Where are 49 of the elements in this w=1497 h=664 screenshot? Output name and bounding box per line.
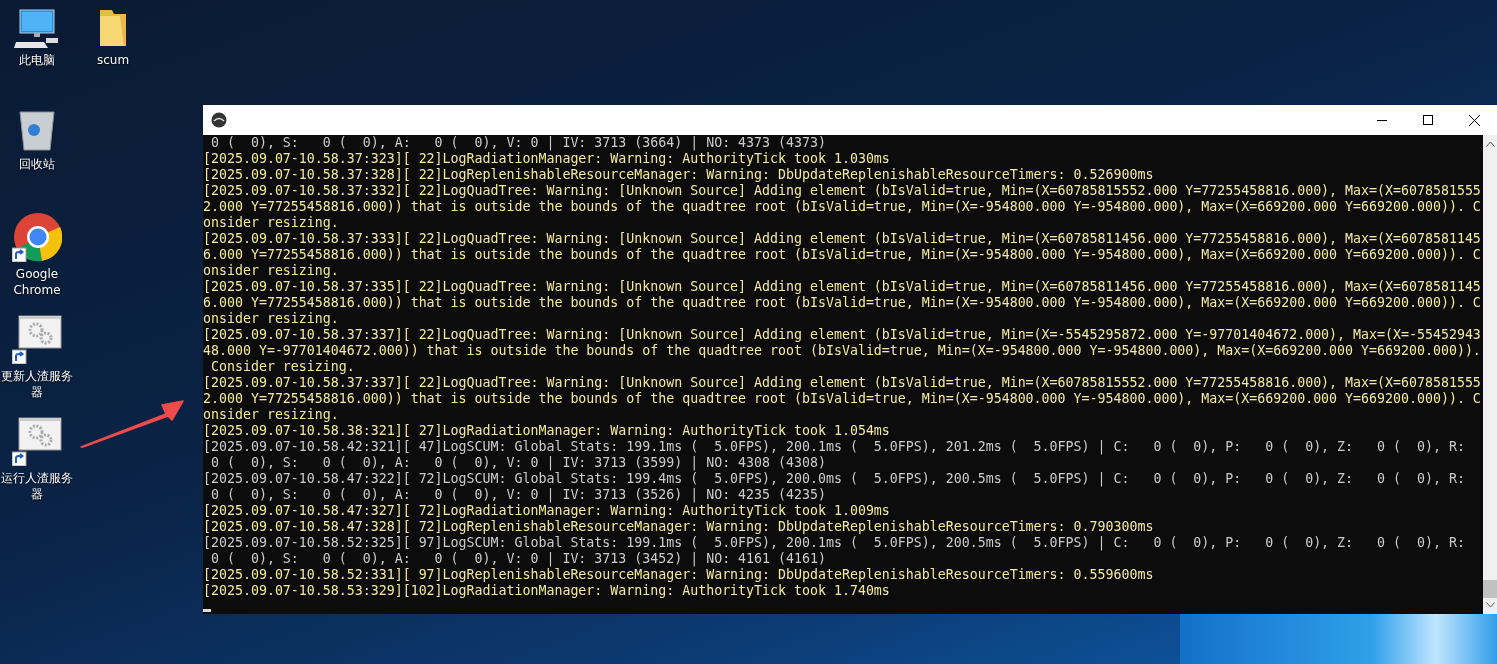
text-cursor <box>203 609 211 612</box>
desktop-icon-label[interactable]: 更新人渣服务器 <box>0 368 74 400</box>
log-line: [2025.09.07-10.58.52:331][ 97]LogReplenishableResourceManager: Warning: DbUpdateReplenishableResourceTimers: 0.559600ms <box>203 567 1154 583</box>
close-icon <box>1468 114 1480 126</box>
log-line: [2025.09.07-10.58.47:322][ 72]LogSCUM: Global Stats: 199.4ms ( 5.0FPS), 200.0ms ( 5.0FPS), 200.5ms ( 5.0FPS) | C: 0 ( 0), P: 0 ( 0), Z: 0 ( 0), R: <box>203 471 1465 487</box>
log-line: [2025.09.07-10.58.42:321][ 47]LogSCUM: Global Stats: 199.1ms ( 5.0FPS), 200.1ms ( 5.0FPS), 201.2ms ( 5.0FPS) | C: 0 ( 0), P: 0 ( 0), Z: 0 ( 0), R: <box>203 439 1465 455</box>
log-line: onsider resizing. <box>203 407 339 423</box>
log-line: [2025.09.07-10.58.37:332][ 22]LogQuadTree: Warning: [Unknown Source] Adding element (bIsValid=true, Min=(X=60785815552.000 Y=77255458816.000), Max=(X=6078581555 <box>203 183 1481 199</box>
log-line: [2025.09.07-10.58.37:335][ 22]LogQuadTree: Warning: [Unknown Source] Adding element (bIsValid=true, Min=(X=60785811456.000 Y=77255458816.000), Max=(X=6078581145 <box>203 279 1481 295</box>
desktop-icon-label[interactable]: 运行人渣服务器 <box>0 470 74 502</box>
recycle-bin-icon[interactable] <box>17 110 57 152</box>
browser-logo-icon[interactable] <box>12 212 62 262</box>
gears-window-icon[interactable] <box>12 314 62 364</box>
log-line: 48.000 Y=-97701404672.000)) that is outside the bounds of the quadtree root (bIsValid=true, Min=(X=-954800.000 Y=-954800.000), Max=(X=669200.000 Y=669200.000)). <box>203 343 1481 359</box>
scroll-up-icon[interactable] <box>1485 141 1495 147</box>
log-line: [2025.09.07-10.58.37:333][ 22]LogQuadTree: Warning: [Unknown Source] Adding element (bIsValid=true, Min=(X=60785811456.000 Y=77255458816.000), Max=(X=6078581145 <box>203 231 1481 247</box>
desktop-icon-label[interactable]: scum <box>76 52 150 68</box>
log-line: 0 ( 0), S: 0 ( 0), A: 0 ( 0), V: 0 | IV: 3713 (3664) | NO: 4373 (4373) <box>210 135 826 151</box>
log-line: 2.000 Y=77255458816.000)) that is outside the bounds of the quadtree root (bIsValid=true, Min=(X=-954800.000 Y=-954800.000), Max=(X=669200.000 Y=669200.000)). C <box>203 391 1481 407</box>
log-line: [2025.09.07-10.58.47:328][ 72]LogReplenishableResourceManager: Warning: DbUpdateReplenishableResourceTimers: 0.790300ms <box>203 519 1154 535</box>
maximize-icon <box>1423 115 1433 125</box>
log-line: onsider resizing. <box>203 215 339 231</box>
log-line: [2025.09.07-10.58.37:328][ 22]LogReplenishableResourceManager: Warning: DbUpdateReplenishableResourceTimers: 0.526900ms <box>203 167 1154 183</box>
log-line: [2025.09.07-10.58.52:325][ 97]LogSCUM: Global Stats: 199.1ms ( 5.0FPS), 200.1ms ( 5.0FPS), 200.5ms ( 5.0FPS) | C: 0 ( 0), P: 0 ( 0), Z: 0 ( 0), R: <box>203 535 1465 551</box>
log-line: 0 ( 0), S: 0 ( 0), A: 0 ( 0), V: 0 | IV: 3713 (3526) | NO: 4235 (4235) <box>210 487 826 503</box>
folder-icon[interactable] <box>98 8 128 48</box>
log-line: onsider resizing. <box>203 311 339 327</box>
log-line: 0 ( 0), S: 0 ( 0), A: 0 ( 0), V: 0 | IV: 3713 (3452) | NO: 4161 (4161) <box>210 551 826 567</box>
desktop-icon-label[interactable]: 此电脑 <box>0 52 74 68</box>
desktop-icon-label[interactable]: Google Chrome <box>0 266 74 298</box>
log-line: 6.000 Y=77255458816.000)) that is outside the bounds of the quadtree root (bIsValid=true, Min=(X=-954800.000 Y=-954800.000), Max=(X=669200.000 Y=669200.000)). C <box>203 247 1481 263</box>
desktop-icon-label[interactable]: 回收站 <box>0 156 74 172</box>
log-line: [2025.09.07-10.58.37:323][ 22]LogRadiationManager: Warning: AuthorityTick took 1.030ms <box>203 151 890 167</box>
app-icon <box>211 112 227 128</box>
log-line: Consider resizing. <box>210 359 355 375</box>
log-line: [2025.09.07-10.58.38:321][ 27]LogRadiationManager: Warning: AuthorityTick took 1.054ms <box>203 423 890 439</box>
log-line: [2025.09.07-10.58.37:337][ 22]LogQuadTree: Warning: [Unknown Source] Adding element (bIsValid=true, Min=(X=60785815552.000 Y=77255458816.000), Max=(X=6078581555 <box>203 375 1481 391</box>
log-line: 0 ( 0), S: 0 ( 0), A: 0 ( 0), V: 0 | IV: 3713 (3599) | NO: 4308 (4308) <box>210 455 826 471</box>
scrollbar[interactable] <box>1483 135 1497 614</box>
log-line: onsider resizing. <box>203 263 339 279</box>
log-line: 2.000 Y=77255458816.000)) that is outside the bounds of the quadtree root (bIsValid=true, Min=(X=-954800.000 Y=-954800.000), Max=(X=669200.000 Y=669200.000)). C <box>203 199 1481 215</box>
scrollbar-thumb[interactable] <box>1483 580 1497 598</box>
gears-window-icon[interactable] <box>12 416 62 466</box>
log-line: [2025.09.07-10.58.53:329][102]LogRadiationManager: Warning: AuthorityTick took 1.740ms <box>203 583 890 599</box>
computer-icon[interactable] <box>14 8 60 48</box>
scroll-down-icon[interactable] <box>1485 602 1495 608</box>
log-line: [2025.09.07-10.58.37:337][ 22]LogQuadTree: Warning: [Unknown Source] Adding element (bIsValid=true, Min=(X=-5545295872.000 Y=-97701404672.000), Max=(X=-55452943 <box>203 327 1481 343</box>
log-line: 6.000 Y=77255458816.000)) that is outside the bounds of the quadtree root (bIsValid=true, Min=(X=-954800.000 Y=-954800.000), Max=(X=669200.000 Y=669200.000)). C <box>203 295 1481 311</box>
log-line: [2025.09.07-10.58.47:327][ 72]LogRadiationManager: Warning: AuthorityTick took 1.009ms <box>203 503 890 519</box>
